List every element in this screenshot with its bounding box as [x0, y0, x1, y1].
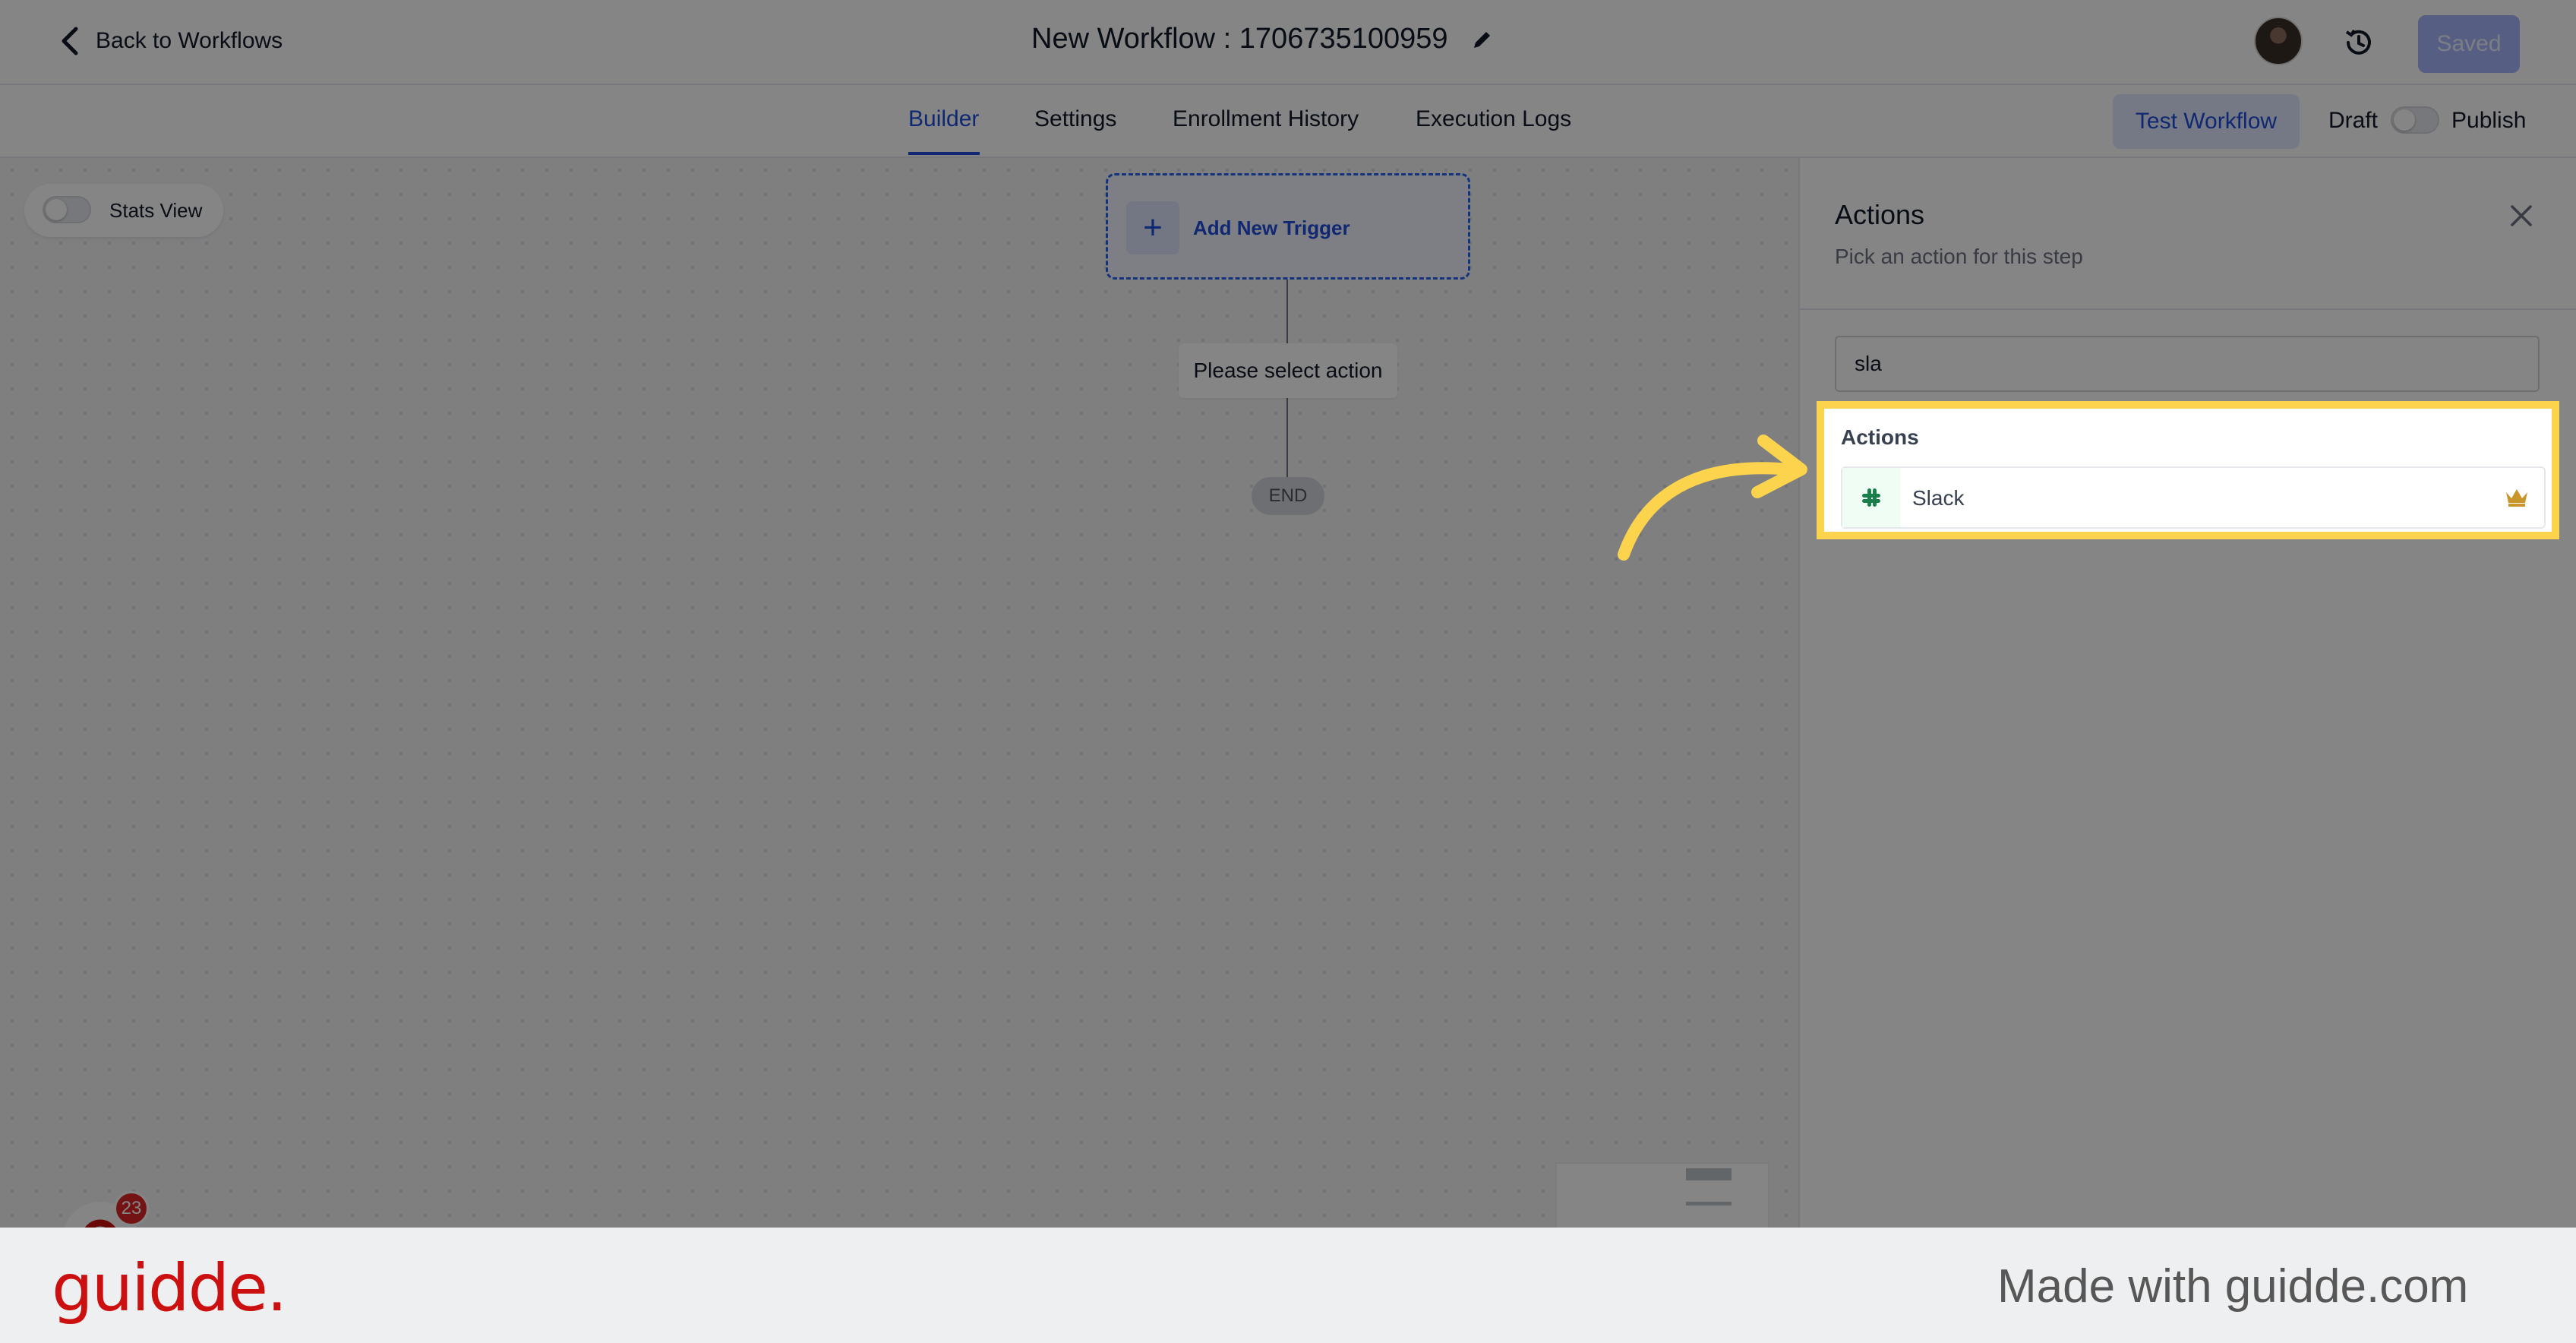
crown-icon: [2506, 489, 2527, 507]
pointer-arrow-icon: [1618, 434, 1807, 561]
action-name: Slack: [1912, 486, 1965, 510]
slack-icon: [1842, 468, 1900, 527]
action-item-slack[interactable]: Slack: [1841, 466, 2546, 529]
made-with-text: Made with guidde.com: [1997, 1260, 2469, 1313]
results-section-label: Actions: [1841, 425, 1919, 449]
guidde-logo: guidde.: [52, 1250, 287, 1326]
footer: guidde. Made with guidde.com: [0, 1228, 2576, 1343]
highlighted-results: Actions Slack: [1817, 401, 2559, 539]
dim-overlay: [0, 0, 2576, 1228]
